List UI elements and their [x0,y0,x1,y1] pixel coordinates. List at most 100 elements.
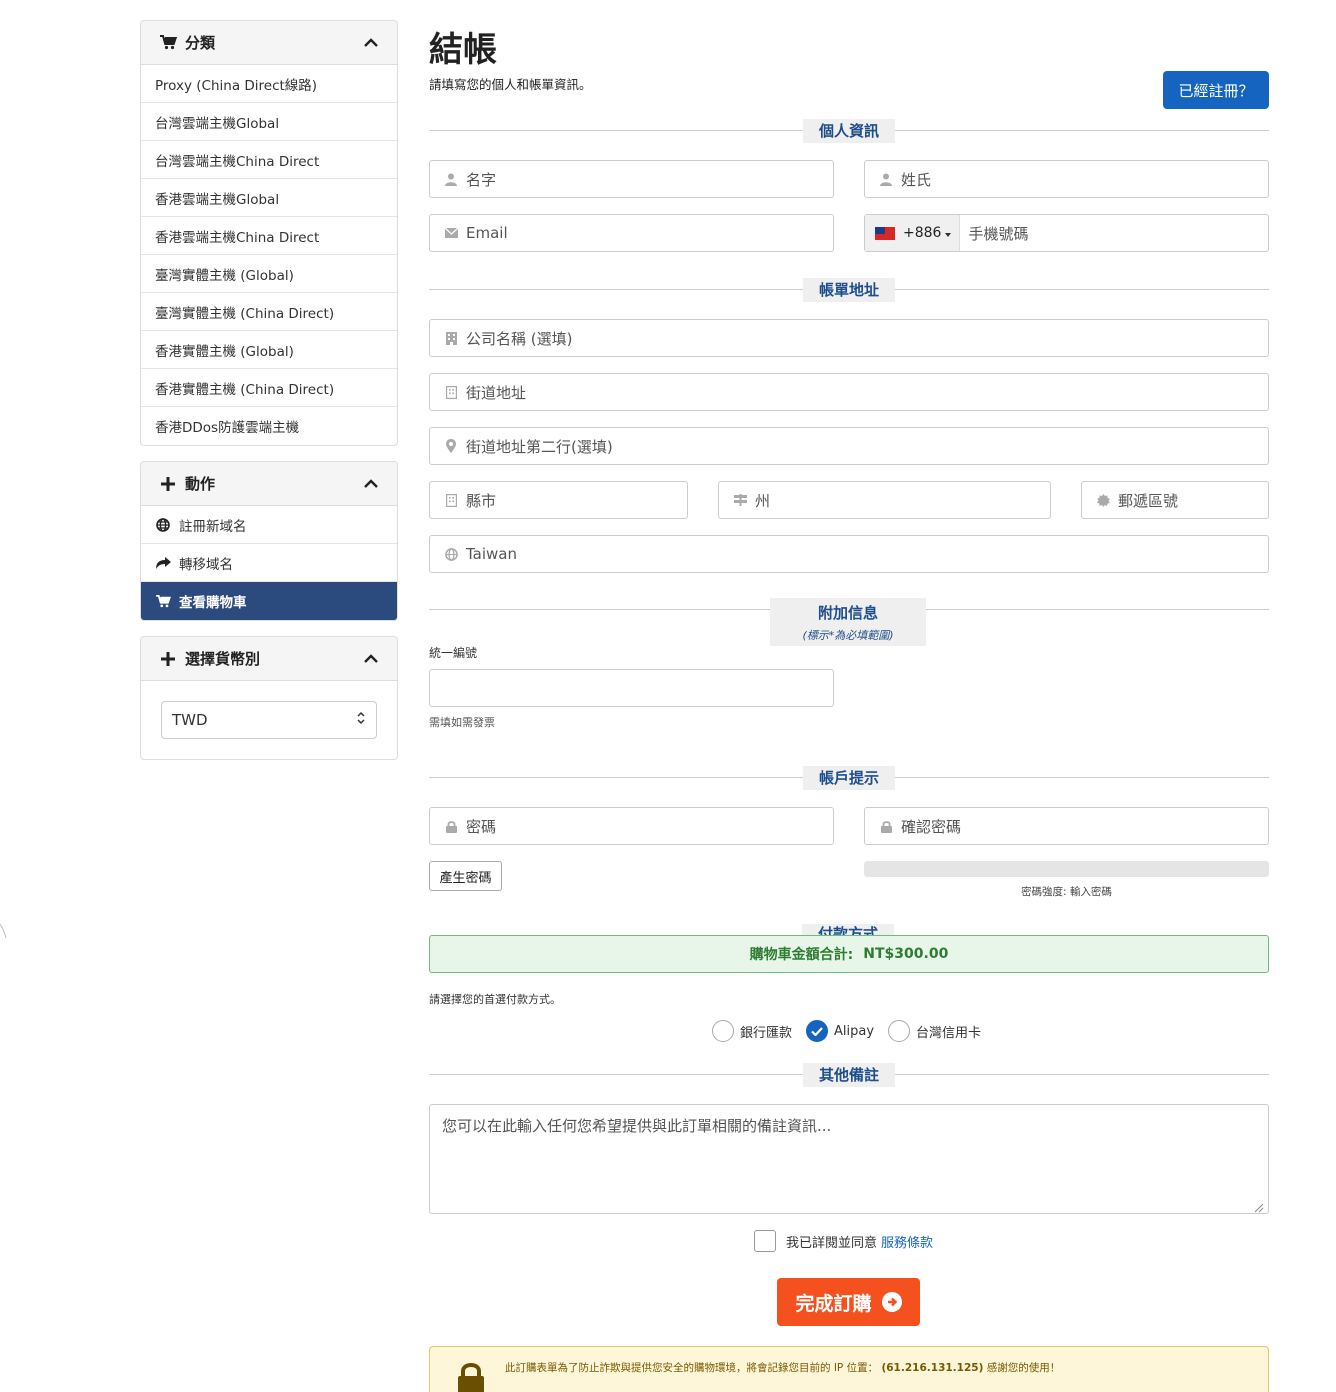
register-domain-label: 註冊新域名 [179,518,247,535]
generate-password-button[interactable]: 產生密碼 [429,861,502,891]
company-field[interactable]: 公司名稱 (選填) [429,319,1269,357]
caret-down-icon [945,225,952,241]
password-placeholder: 密碼 [466,817,497,836]
taiwan-flag-icon [875,226,895,240]
category-item[interactable]: 臺灣實體主機 (China Direct) [141,293,397,331]
section-account-label: 帳戶提示 [802,766,896,790]
payment-option-alipay[interactable]: Alipay [806,1020,874,1042]
city-placeholder: 縣市 [466,491,497,510]
country-value: Taiwan [466,545,518,563]
tax-id-label: 統一編號 [429,646,478,660]
section-extra-note: (標示*為必填範圍) [802,629,894,642]
building-outline-icon [444,385,458,399]
edge-mark [0,920,8,940]
resize-handle-icon[interactable] [1254,1199,1264,1213]
postcode-placeholder: 郵遞區號 [1118,491,1179,510]
user-icon [444,173,458,186]
last-name-field[interactable]: 姓氏 [864,160,1269,198]
lock-icon [444,820,458,833]
plus-icon [159,476,177,491]
actions-header[interactable]: 動作 [141,462,397,506]
section-extra-label: 附加信息 [817,604,878,622]
email-field[interactable]: Email [429,214,834,252]
payment-option-bank[interactable]: 銀行匯款 [712,1020,792,1042]
tax-id-help: 需填如需發票 [429,716,495,729]
payment-option-card[interactable]: 台灣信用卡 [888,1020,981,1042]
city-field[interactable]: 縣市 [429,481,688,519]
building-icon [444,331,458,345]
category-item[interactable]: 香港實體主機 (China Direct) [141,369,397,407]
cart-icon [159,35,177,50]
cart-total-label: 購物車金額合計: [749,947,854,963]
payment-prompt: 請選擇您的首選付款方式。 [429,993,561,1006]
first-name-field[interactable]: 名字 [429,160,834,198]
terms-checkbox[interactable] [754,1230,776,1252]
signpost-icon [733,494,747,506]
user-icon [879,173,893,186]
categories-title: 分類 [185,34,216,52]
radio-unchecked[interactable] [888,1020,911,1042]
chevron-up-icon[interactable] [363,476,379,492]
cart-total-box: 購物車金額合計: NT$300.00 [429,935,1269,973]
first-name-placeholder: 名字 [466,170,497,189]
payment-options: 銀行匯款 Alipay 台灣信用卡 [712,1020,995,1042]
view-cart-link[interactable]: 查看購物車 [141,582,397,620]
payment-option-label: 銀行匯款 [740,1025,793,1041]
category-item[interactable]: Proxy (China Direct線路) [141,65,397,103]
category-item[interactable]: 台灣雲端主機Global [141,103,397,141]
category-item[interactable]: 臺灣實體主機 (Global) [141,255,397,293]
security-message: 此訂購表單為了防止詐欺與提供您安全的購物環境，將會記錄您目前的 IP 位置： (… [505,1362,1061,1374]
tax-id-input[interactable] [429,669,834,707]
currency-select[interactable]: TWD [161,701,377,739]
state-field[interactable]: 州 [718,481,1051,519]
chevron-up-icon[interactable] [363,651,379,667]
payment-option-label: Alipay [834,1023,875,1039]
globe-icon [444,547,458,561]
transfer-domain-label: 轉移域名 [179,556,233,573]
phone-field[interactable]: +886 手機號碼 [864,214,1269,252]
state-placeholder: 州 [755,491,771,510]
globe-icon [155,517,171,532]
transfer-domain-link[interactable]: 轉移域名 [141,544,397,582]
radio-checked[interactable] [806,1020,829,1042]
company-placeholder: 公司名稱 (選填) [466,329,573,348]
terms-link[interactable]: 服務條款 [881,1232,933,1251]
plus-icon [159,651,177,666]
category-item[interactable]: 香港雲端主機Global [141,179,397,217]
categories-header[interactable]: 分類 [141,21,397,65]
country-code-select[interactable]: +886 [865,215,961,251]
terms-agreement: 我已詳閱並同意 服務條款 [754,1230,933,1252]
actions-panel: 動作 註冊新域名 轉移域名 查看購物車 [140,461,398,621]
security-notice: 此訂購表單為了防止詐欺與提供您安全的購物環境，將會記錄您目前的 IP 位置： (… [429,1346,1269,1392]
already-registered-button[interactable]: 已經註冊？ [1163,71,1269,109]
password-field[interactable]: 密碼 [429,807,834,845]
section-billing: 帳單地址 [429,278,1269,302]
street2-field[interactable]: 街道地址第二行(選填) [429,427,1269,465]
last-name-placeholder: 姓氏 [901,170,932,189]
category-item[interactable]: 香港DDos防護雲端主機 [141,407,397,445]
category-item[interactable]: 香港雲端主機China Direct [141,217,397,255]
radio-unchecked[interactable] [712,1020,734,1042]
category-item[interactable]: 香港實體主機 (Global) [141,331,397,369]
password-strength-bar [864,861,1269,877]
street-placeholder: 街道地址 [466,383,527,402]
categories-panel: 分類 Proxy (China Direct線路) 台灣雲端主機Global 台… [140,20,398,446]
street2-placeholder: 街道地址第二行(選填) [466,437,613,456]
select-arrows-icon [356,711,366,729]
country-code-value: +886 [903,225,942,241]
agree-text: 我已詳閱並同意 [786,1235,878,1251]
category-item[interactable]: 台灣雲端主機China Direct [141,141,397,179]
complete-order-label: 完成訂購 [795,1292,872,1315]
lock-icon [456,1361,486,1392]
view-cart-label: 查看購物車 [179,595,247,611]
notes-textarea[interactable]: 您可以在此輸入任何您希望提供與此訂單相關的備註資訊... [429,1104,1269,1214]
password-strength-text: 密碼強度: 輸入密碼 [1021,886,1112,898]
complete-order-button[interactable]: 完成訂購 [777,1278,920,1326]
confirm-password-field[interactable]: 確認密碼 [864,807,1269,845]
street-field[interactable]: 街道地址 [429,373,1269,411]
postcode-field[interactable]: 郵遞區號 [1081,481,1269,519]
chevron-up-icon[interactable] [363,35,379,51]
currency-header[interactable]: 選擇貨幣別 [141,637,397,681]
register-domain-link[interactable]: 註冊新域名 [141,506,397,544]
country-select[interactable]: Taiwan [429,535,1269,573]
